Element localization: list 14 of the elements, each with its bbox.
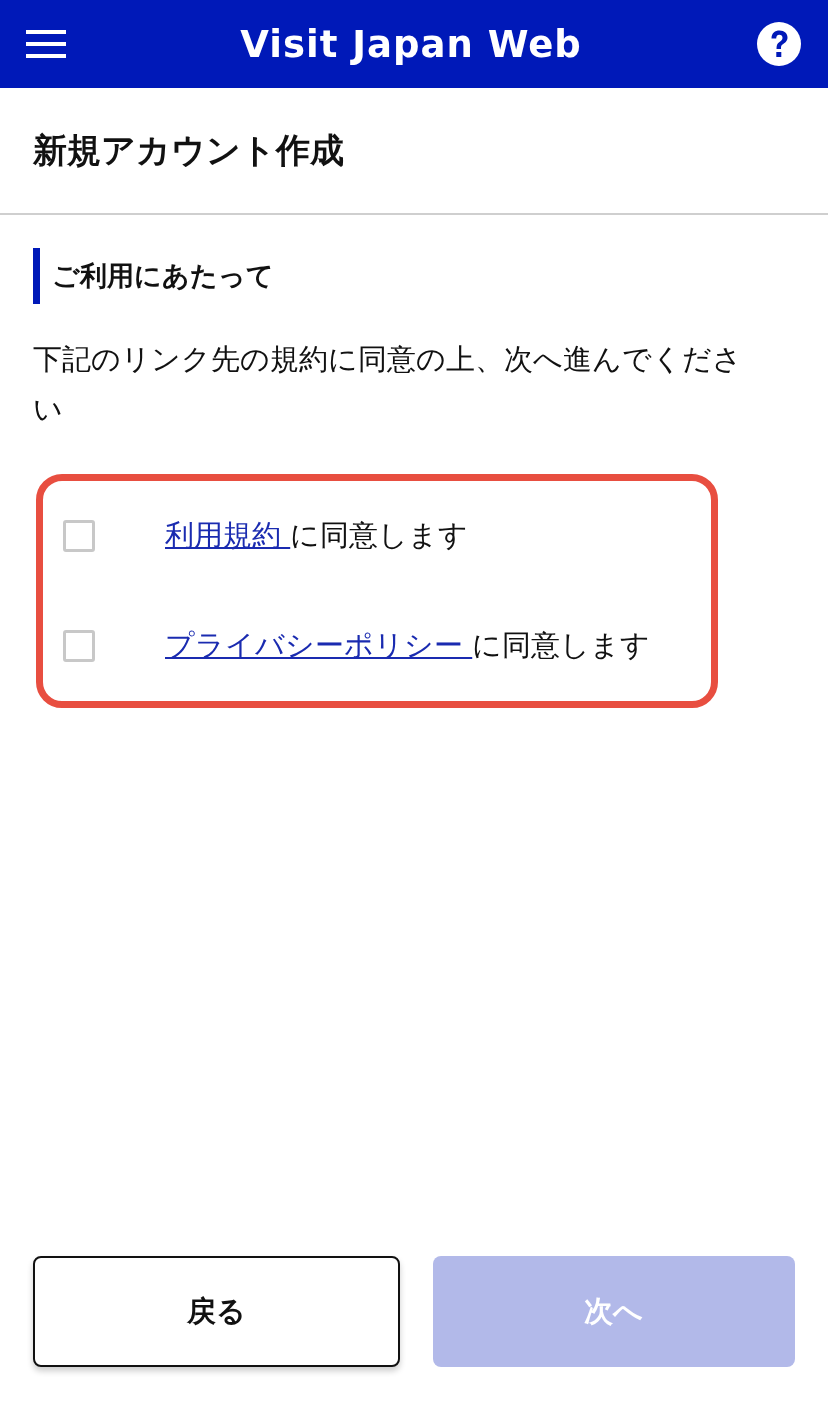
- terms-link[interactable]: 利用規約: [165, 518, 291, 552]
- agreement-label: プライバシーポリシー に同意します: [165, 627, 651, 664]
- terms-link[interactable]: プライバシーポリシー: [165, 628, 473, 662]
- accent-bar: [33, 248, 40, 304]
- checkbox[interactable]: [63, 520, 95, 552]
- menu-icon[interactable]: [26, 28, 66, 60]
- page-title: 新規アカウント作成: [33, 128, 344, 172]
- description-text: 下記のリンク先の規約に同意の上、次へ進んでください: [33, 341, 743, 428]
- back-button[interactable]: 戻る: [33, 1256, 400, 1367]
- agreement-label: 利用規約 に同意します: [165, 517, 469, 554]
- section-heading: ご利用にあたって: [52, 259, 274, 293]
- checkbox[interactable]: [63, 630, 95, 662]
- app-title: Visit Japan Web: [240, 22, 582, 66]
- help-icon[interactable]: [756, 21, 802, 67]
